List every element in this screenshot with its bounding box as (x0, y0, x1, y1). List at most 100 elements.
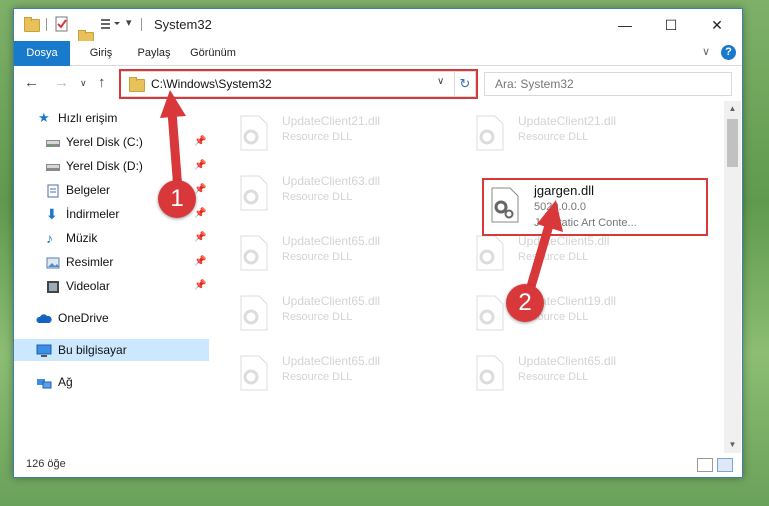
sidebar-item-label: OneDrive (58, 311, 109, 325)
sidebar-item-pictures[interactable]: Resimler 📌 (14, 251, 209, 273)
recent-chevron-icon[interactable]: ∨ (80, 78, 87, 89)
back-arrow-icon[interactable]: ← (24, 74, 39, 91)
file-name: UpdateClient63.dll (282, 174, 381, 188)
dll-file-icon (473, 235, 505, 271)
file-name: UpdateClient65.dll (282, 234, 381, 248)
properties-icon[interactable] (54, 16, 70, 32)
pictures-icon (46, 255, 60, 269)
scroll-thumb[interactable] (727, 119, 738, 167)
divider (46, 18, 47, 31)
pin-icon[interactable]: 📌 (194, 131, 206, 153)
details-view-icon[interactable] (697, 458, 713, 472)
list-item[interactable]: UpdateClient63.dll Resource DLL (219, 169, 439, 217)
scroll-down-icon[interactable]: ▼ (724, 437, 741, 453)
scroll-up-icon[interactable]: ▲ (724, 101, 741, 117)
sidebar-item-label: Resimler (66, 255, 114, 269)
search-input[interactable]: Ara: System32 (484, 72, 732, 96)
list-item[interactable]: UpdateClient19.dll Resource DLL (455, 289, 675, 337)
sidebar-item-disk-c[interactable]: Yerel Disk (C:) 📌 (14, 131, 209, 153)
list-item[interactable]: UpdateClient21.dll Resource DLL (219, 109, 439, 157)
file-type: Resource DLL (518, 251, 589, 263)
list-item[interactable]: UpdateClient65.dll Resource DLL (219, 349, 439, 397)
file-name: UpdateClient21.dll (518, 114, 617, 128)
download-icon: ⬇ (46, 206, 58, 222)
sidebar-item-label: Müzik (66, 231, 98, 245)
chevron-down-icon[interactable]: ▾ (126, 16, 132, 32)
file-type: Resource DLL (282, 311, 353, 323)
tab-share[interactable]: Paylaş (126, 41, 182, 65)
sidebar-item-quick-access[interactable]: ★ Hızlı erişim (14, 107, 209, 129)
up-arrow-icon[interactable]: ↑ (98, 74, 106, 91)
star-icon: ★ (38, 110, 50, 125)
sidebar-item-videos[interactable]: Videolar 📌 (14, 275, 209, 297)
sidebar-item-label: Hızlı erişim (58, 111, 118, 125)
file-name: UpdateClient5.dll (518, 234, 610, 248)
step-badge-1: 1 (158, 180, 196, 218)
file-highlight-box (482, 178, 708, 236)
tab-home[interactable]: Giriş (76, 41, 126, 65)
step-badge-2: 2 (506, 284, 544, 322)
dll-file-icon (473, 355, 505, 391)
file-name: UpdateClient65.dll (282, 294, 381, 308)
dll-file-icon (473, 295, 505, 331)
file-type: Resource DLL (282, 251, 353, 263)
network-icon (36, 375, 52, 389)
navigation-bar: ← → ∨ ↑ C:\Windows\System32 ∨ ↻ Ara: Sys… (14, 66, 742, 100)
maximize-button[interactable]: ☐ (648, 9, 694, 41)
file-type: Resource DLL (282, 191, 353, 203)
address-highlight-box (119, 69, 478, 99)
dll-file-icon (237, 175, 269, 211)
sidebar-item-network[interactable]: Ağ (14, 371, 209, 393)
tab-view[interactable]: Görünüm (182, 41, 244, 65)
title-bar: ▾ System32 — ☐ ✕ (14, 9, 742, 45)
list-item[interactable]: UpdateClient5.dll Resource DLL (455, 229, 675, 277)
dll-file-icon (237, 235, 269, 271)
sidebar-item-label: Yerel Disk (C:) (66, 135, 143, 149)
pin-icon[interactable]: 📌 (194, 203, 206, 225)
pin-icon[interactable]: 📌 (194, 227, 206, 249)
vertical-scrollbar[interactable]: ▲ ▼ (724, 101, 741, 453)
pin-icon[interactable]: 📌 (194, 275, 206, 297)
status-bar: 126 öğe (14, 453, 742, 477)
sidebar-item-label: Belgeler (66, 183, 111, 197)
explorer-window: ▾ System32 — ☐ ✕ Dosya Giriş Paylaş Görü… (13, 8, 743, 478)
dll-file-icon (237, 115, 269, 151)
pin-icon[interactable]: 📌 (194, 251, 206, 273)
forward-arrow-icon[interactable]: → (54, 74, 69, 91)
expand-ribbon-icon[interactable]: ∨ (702, 45, 710, 58)
sidebar-item-label: Yerel Disk (D:) (66, 159, 143, 173)
file-type: Resource DLL (518, 131, 589, 143)
divider (141, 18, 142, 31)
cloud-icon (36, 311, 52, 325)
sidebar-item-label: Ağ (58, 375, 73, 389)
dll-file-icon (237, 295, 269, 331)
file-name: UpdateClient21.dll (282, 114, 381, 128)
close-button[interactable]: ✕ (694, 9, 740, 41)
list-item[interactable]: UpdateClient65.dll Resource DLL (219, 289, 439, 337)
file-type: Resource DLL (518, 371, 589, 383)
sidebar-item-disk-d[interactable]: Yerel Disk (D:) 📌 (14, 155, 209, 177)
file-name: UpdateClient65.dll (518, 354, 617, 368)
navigation-pane: ★ Hızlı erişim Yerel Disk (C:) 📌 Yerel D… (14, 101, 209, 453)
list-item[interactable]: UpdateClient65.dll Resource DLL (219, 229, 439, 277)
dll-file-icon (473, 115, 505, 151)
video-icon (46, 279, 60, 293)
sidebar-item-this-pc[interactable]: Bu bilgisayar (14, 339, 209, 361)
drive-icon (46, 135, 60, 149)
pin-icon[interactable]: 📌 (194, 155, 206, 177)
list-item[interactable]: UpdateClient65.dll Resource DLL (455, 349, 675, 397)
sidebar-item-music[interactable]: ♪ Müzik 📌 (14, 227, 209, 249)
large-icons-view-icon[interactable] (717, 458, 733, 472)
music-icon: ♪ (46, 230, 53, 246)
sidebar-item-onedrive[interactable]: OneDrive (14, 307, 209, 329)
minimize-button[interactable]: — (602, 9, 648, 41)
file-type: Resource DLL (282, 371, 353, 383)
file-type: Resource DLL (282, 131, 353, 143)
list-item[interactable]: UpdateClient21.dll Resource DLL (455, 109, 675, 157)
help-button[interactable]: ? (721, 45, 736, 60)
search-placeholder: Ara: System32 (495, 77, 574, 91)
customize-icon[interactable] (100, 17, 122, 33)
file-name: UpdateClient65.dll (282, 354, 381, 368)
window-title: System32 (154, 17, 212, 32)
documents-icon (46, 183, 60, 198)
